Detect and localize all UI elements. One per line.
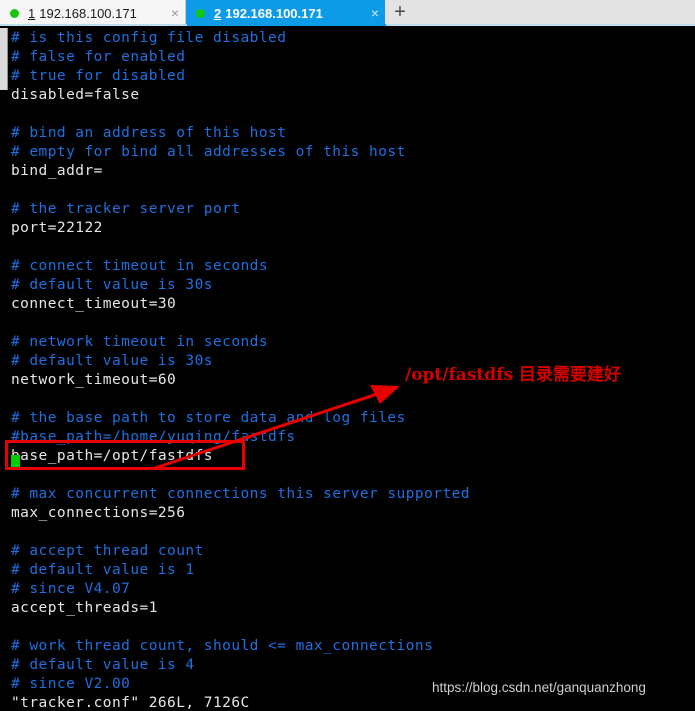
terminal-line: # network timeout in seconds — [11, 334, 269, 350]
watermark-text: https://blog.csdn.net/ganquanzhong — [432, 680, 646, 695]
green-dot-icon — [196, 8, 205, 18]
terminal-line: disabled=false — [11, 87, 140, 103]
terminal-line: # connect timeout in seconds — [11, 258, 269, 274]
close-icon[interactable]: × — [161, 6, 179, 20]
terminal-line: # false for enabled — [11, 49, 186, 65]
green-dot-icon — [10, 8, 19, 18]
terminal-line: # max concurrent connections this server… — [11, 486, 470, 502]
new-tab-button[interactable]: + — [385, 0, 415, 24]
terminal-line: connect_timeout=30 — [11, 296, 177, 312]
terminal-line: # work thread count, should <= max_conne… — [11, 638, 434, 654]
terminal-line: # default value is 30s — [11, 277, 213, 293]
tab-2-title: 192.168.100.171 — [225, 5, 323, 21]
tab-1-title: 192.168.100.171 — [39, 5, 137, 21]
terminal-line: "tracker.conf" 266L, 7126C — [11, 695, 250, 711]
scrollbar-thumb[interactable] — [0, 28, 8, 90]
terminal-line: # the tracker server port — [11, 201, 241, 217]
terminal-line: # accept thread count — [11, 543, 204, 559]
terminal-line: # since V4.07 — [11, 581, 131, 597]
close-icon[interactable]: × — [361, 6, 379, 20]
terminal-tab-1[interactable]: 1 192.168.100.171 × — [0, 0, 186, 26]
highlight-box-base-path — [5, 440, 245, 470]
terminal-line: bind_addr= — [11, 163, 103, 179]
terminal-line: # true for disabled — [11, 68, 186, 84]
terminal-line: accept_threads=1 — [11, 600, 158, 616]
terminal-line: # default value is 4 — [11, 657, 195, 673]
tab-1-number: 1 — [28, 5, 36, 21]
terminal-line: # empty for bind all addresses of this h… — [11, 144, 406, 160]
tab-2-number: 2 — [214, 5, 222, 21]
terminal-tab-2[interactable]: 2 192.168.100.171 × — [186, 0, 385, 26]
tab-bar: 1 192.168.100.171 × 2 192.168.100.171 × … — [0, 0, 695, 26]
terminal-line: # is this config file disabled — [11, 30, 287, 46]
annotation-note: /opt/fastdfs 目录需要建好 — [405, 365, 621, 385]
terminal-scrollbar[interactable] — [0, 28, 9, 711]
terminal-line: max_connections=256 — [11, 505, 186, 521]
terminal-line: port=22122 — [11, 220, 103, 236]
terminal-line: # default value is 1 — [11, 562, 195, 578]
terminal-line: # bind an address of this host — [11, 125, 287, 141]
tab-bar-active-indicator — [187, 24, 386, 26]
terminal-line: # the base path to store data and log fi… — [11, 410, 406, 426]
tab-bar-filler — [415, 0, 695, 24]
